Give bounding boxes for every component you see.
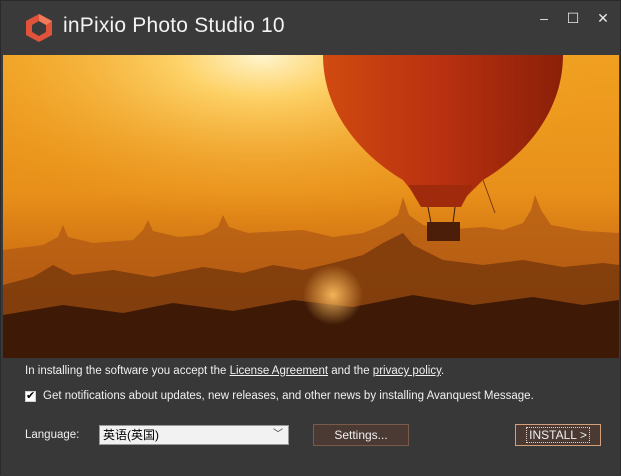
bottom-panel: In installing the software you accept th… bbox=[1, 358, 620, 476]
notice-middle: and the bbox=[328, 365, 373, 377]
notifications-option[interactable]: ✔ Get notifications about updates, new r… bbox=[25, 390, 534, 402]
install-button-label: INSTALL > bbox=[526, 427, 590, 443]
language-label: Language: bbox=[25, 429, 80, 441]
app-title: inPixio Photo Studio 10 bbox=[63, 14, 285, 37]
close-button[interactable]: ✕ bbox=[588, 7, 618, 29]
language-selected-value: 英语(英国) bbox=[103, 428, 159, 442]
title-bar: inPixio Photo Studio 10 – ☐ ✕ bbox=[1, 1, 620, 55]
notifications-checkbox[interactable]: ✔ bbox=[25, 389, 36, 402]
minimize-button[interactable]: – bbox=[529, 7, 559, 29]
settings-button[interactable]: Settings... bbox=[313, 424, 409, 446]
installer-window: inPixio Photo Studio 10 – ☐ ✕ In install… bbox=[0, 0, 621, 476]
chevron-down-icon: ﹀ bbox=[273, 429, 283, 440]
maximize-button[interactable]: ☐ bbox=[558, 7, 588, 29]
notice-prefix: In installing the software you accept th… bbox=[25, 365, 230, 377]
inpixio-cube-logo-icon bbox=[26, 14, 52, 42]
hero-image-balloon-sunset bbox=[3, 55, 619, 358]
notice-suffix: . bbox=[440, 365, 445, 377]
language-select[interactable]: 英语(英国) ﹀ bbox=[99, 425, 289, 445]
license-notice: In installing the software you accept th… bbox=[25, 365, 444, 377]
license-agreement-link[interactable]: License Agreement bbox=[230, 365, 328, 377]
privacy-policy-link[interactable]: privacy policy bbox=[373, 365, 441, 377]
checkmark-icon: ✔ bbox=[26, 389, 36, 402]
install-button[interactable]: INSTALL > bbox=[515, 424, 601, 446]
notifications-label: Get notifications about updates, new rel… bbox=[43, 390, 534, 402]
